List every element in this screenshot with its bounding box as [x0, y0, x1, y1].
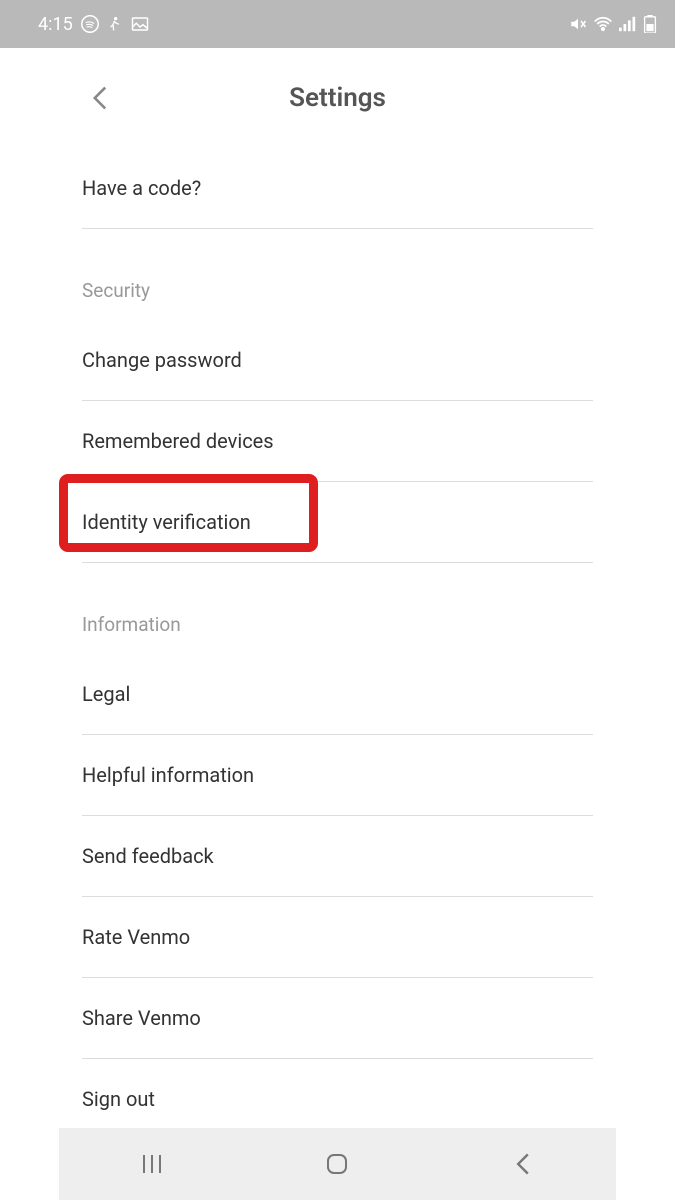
item-label: Change password — [82, 348, 242, 372]
status-time: 4:15 — [38, 14, 73, 35]
status-left: 4:15 — [38, 14, 149, 35]
walking-icon — [107, 15, 123, 33]
item-label: Legal — [82, 682, 130, 706]
item-change-password[interactable]: Change password — [82, 320, 593, 401]
item-remembered-devices[interactable]: Remembered devices — [82, 401, 593, 482]
status-bar: 4:15 — [0, 0, 675, 48]
android-nav-bar — [59, 1128, 616, 1200]
spotify-icon — [81, 15, 99, 33]
status-right — [569, 15, 657, 33]
item-identity-verification[interactable]: Identity verification — [82, 482, 593, 563]
item-label: Rate Venmo — [82, 925, 190, 949]
item-rate-venmo[interactable]: Rate Venmo — [82, 897, 593, 978]
item-label: Helpful information — [82, 763, 254, 787]
item-legal[interactable]: Legal — [82, 654, 593, 735]
battery-icon — [643, 15, 657, 33]
item-label: Remembered devices — [82, 429, 274, 453]
mute-icon — [569, 16, 587, 32]
item-share-venmo[interactable]: Share Venmo — [82, 978, 593, 1059]
image-icon — [131, 16, 149, 32]
wifi-icon — [593, 16, 613, 32]
item-label: Share Venmo — [82, 1006, 201, 1030]
item-label: Identity verification — [82, 510, 251, 534]
signal-icon — [619, 16, 637, 32]
item-label: Send feedback — [82, 844, 214, 868]
item-sign-out[interactable]: Sign out — [59, 1059, 616, 1115]
section-header-information: Information — [59, 563, 616, 654]
section-header-security: Security — [59, 229, 616, 320]
page-title: Settings — [289, 83, 386, 113]
item-send-feedback[interactable]: Send feedback — [82, 816, 593, 897]
home-button[interactable] — [277, 1139, 397, 1189]
item-helpful-information[interactable]: Helpful information — [82, 735, 593, 816]
back-button[interactable] — [85, 83, 115, 113]
item-label: Have a code? — [82, 176, 201, 200]
back-nav-button[interactable] — [463, 1139, 583, 1189]
recents-button[interactable] — [92, 1139, 212, 1189]
settings-content: Have a code? Security Change password Re… — [59, 138, 616, 1115]
page-header: Settings — [59, 58, 616, 138]
item-label: Sign out — [82, 1087, 155, 1111]
item-have-a-code[interactable]: Have a code? — [82, 138, 593, 229]
